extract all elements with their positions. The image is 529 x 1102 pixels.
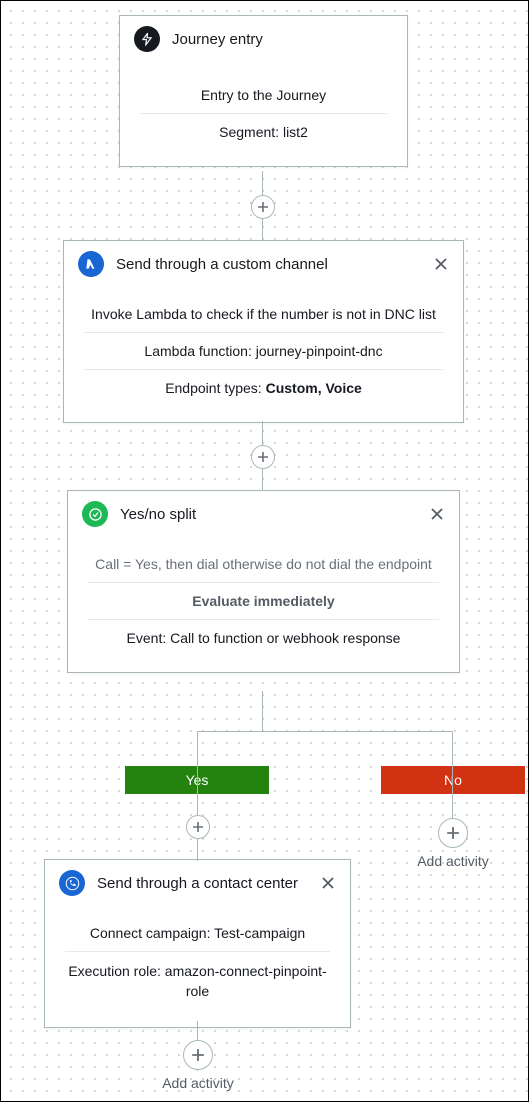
split-evaluate: Evaluate immediately: [84, 583, 443, 619]
no-branch-label: No: [381, 766, 525, 794]
custom-channel-node[interactable]: Send through a custom channel Invoke Lam…: [63, 240, 464, 423]
close-icon[interactable]: [431, 254, 451, 274]
journey-entry-node[interactable]: Journey entry Entry to the Journey Segme…: [119, 15, 408, 167]
add-activity-button[interactable]: [438, 818, 468, 848]
connect-campaign: Connect campaign: Test-campaign: [61, 921, 334, 951]
connector: [197, 731, 198, 861]
endpoint-types: Endpoint types: Custom, Voice: [80, 370, 447, 406]
close-icon[interactable]: [318, 873, 338, 893]
split-event: Event: Call to function or webhook respo…: [84, 620, 443, 656]
phone-icon: [59, 870, 85, 896]
split-icon: [82, 501, 108, 527]
add-step-button[interactable]: [186, 815, 210, 839]
node-title: Yes/no split: [120, 506, 196, 523]
connector: [262, 691, 263, 731]
contact-center-node[interactable]: Send through a contact center Connect ca…: [44, 859, 351, 1028]
execution-role: Execution role: amazon-connect-pinpoint-…: [61, 952, 334, 1011]
connector: [197, 731, 453, 732]
journey-canvas[interactable]: Journey entry Entry to the Journey Segme…: [1, 1, 528, 1101]
lambda-icon: [78, 251, 104, 277]
add-activity-button[interactable]: [183, 1040, 213, 1070]
add-activity-label: Add activity: [417, 853, 489, 869]
add-step-button[interactable]: [251, 445, 275, 469]
lambda-function: Lambda function: journey-pinpoint-dnc: [80, 333, 447, 369]
node-title: Journey entry: [172, 31, 263, 48]
entry-segment: Segment: list2: [136, 114, 391, 150]
add-activity-label: Add activity: [162, 1075, 234, 1091]
entry-description: Entry to the Journey: [136, 77, 391, 113]
close-icon[interactable]: [427, 504, 447, 524]
node-title: Send through a custom channel: [116, 256, 328, 273]
custom-channel-desc: Invoke Lambda to check if the number is …: [80, 302, 447, 332]
bolt-icon: [134, 26, 160, 52]
split-condition: Call = Yes, then dial otherwise do not d…: [84, 552, 443, 582]
add-step-button[interactable]: [251, 195, 275, 219]
split-node[interactable]: Yes/no split Call = Yes, then dial other…: [67, 490, 460, 673]
node-title: Send through a contact center: [97, 875, 298, 892]
